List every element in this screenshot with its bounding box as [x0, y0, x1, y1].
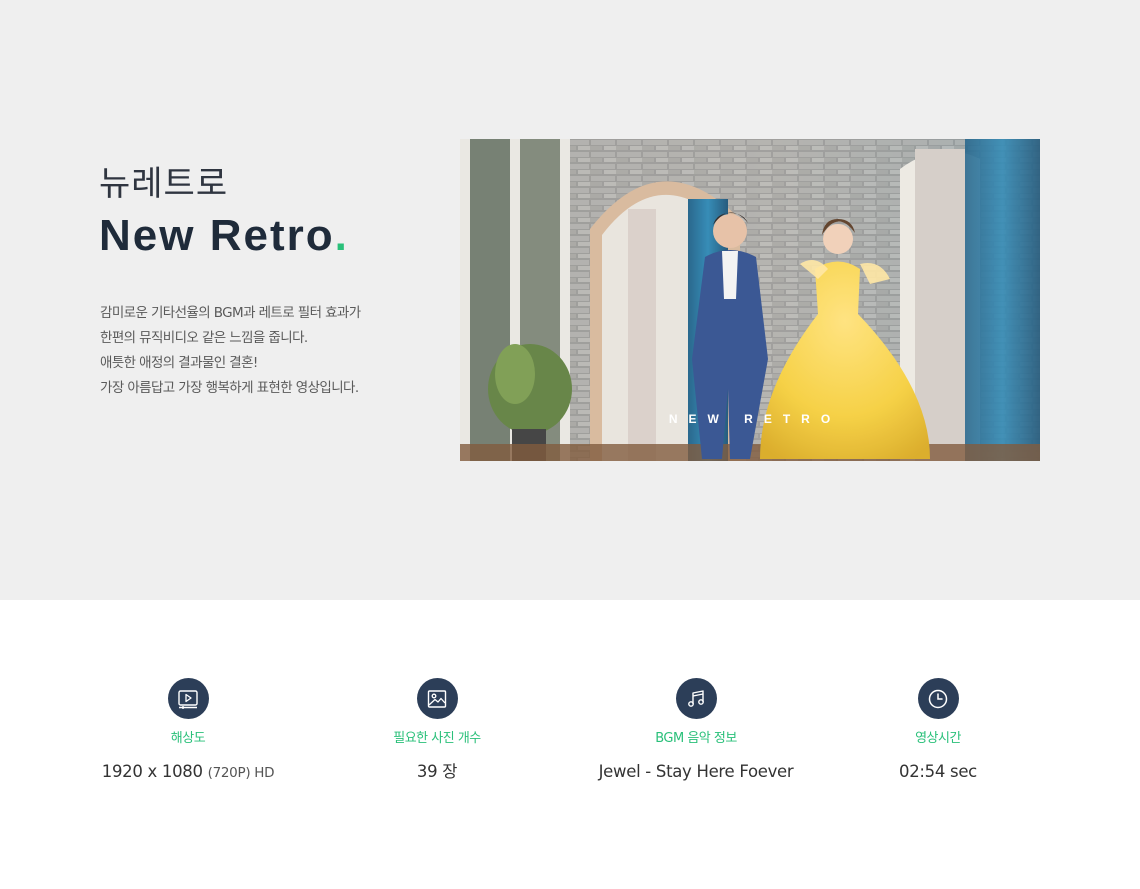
hero-title-english: New Retro.: [99, 210, 349, 262]
hero-title-korean: 뉴레트로: [99, 164, 229, 204]
video-player-icon: [167, 678, 209, 719]
spec-bgm: BGM 음악 정보 Jewel - Stay Here Foever: [586, 678, 806, 783]
spec-value: Jewel - Stay Here Foever: [598, 762, 794, 781]
description-line: 감미로운 기타선율의 BGM과 레트로 필터 효과가: [100, 305, 361, 321]
spec-label: 영상시간: [915, 731, 961, 746]
spec-value-sub: (720P) HD: [207, 765, 275, 781]
hero-section: 뉴레트로 New Retro. 감미로운 기타선율의 BGM과 레트로 필터 효…: [0, 0, 1140, 600]
spec-label: 필요한 사진 개수: [393, 731, 481, 746]
spec-value: 02:54 sec: [899, 762, 977, 781]
image-icon: [416, 678, 458, 719]
clock-icon: [917, 678, 959, 719]
hero-title-english-text: New Retro: [99, 211, 335, 260]
description-line: 애틋한 애정의 결과물인 결혼!: [100, 355, 258, 371]
photo-caption: NEW RETRO: [668, 412, 842, 426]
spec-label: 해상도: [170, 731, 206, 746]
spec-value: 1920 x 1080 (720P) HD: [78, 761, 298, 784]
spec-value: 39 장: [416, 762, 458, 781]
spec-resolution: 해상도 1920 x 1080 (720P) HD: [78, 678, 298, 784]
hero-description: 감미로운 기타선율의 BGM과 레트로 필터 효과가 한편의 뮤직비디오 같은 …: [100, 301, 420, 401]
spec-value-main: 1920 x 1080: [101, 762, 203, 781]
wedding-photo: NEW RETRO: [460, 139, 1040, 461]
title-accent-dot: .: [334, 211, 349, 260]
description-line: 가장 아름답고 가장 행복하게 표현한 영상입니다.: [100, 380, 359, 396]
music-note-icon: [675, 678, 717, 719]
spec-label: BGM 음악 정보: [655, 731, 737, 746]
specs-section: 해상도 1920 x 1080 (720P) HD 필요한 사진 개수 39 장…: [0, 600, 1140, 889]
description-line: 한편의 뮤직비디오 같은 느낌을 줍니다.: [100, 330, 308, 346]
spec-duration: 영상시간 02:54 sec: [828, 678, 1048, 783]
spec-photo-count: 필요한 사진 개수 39 장: [327, 678, 547, 783]
